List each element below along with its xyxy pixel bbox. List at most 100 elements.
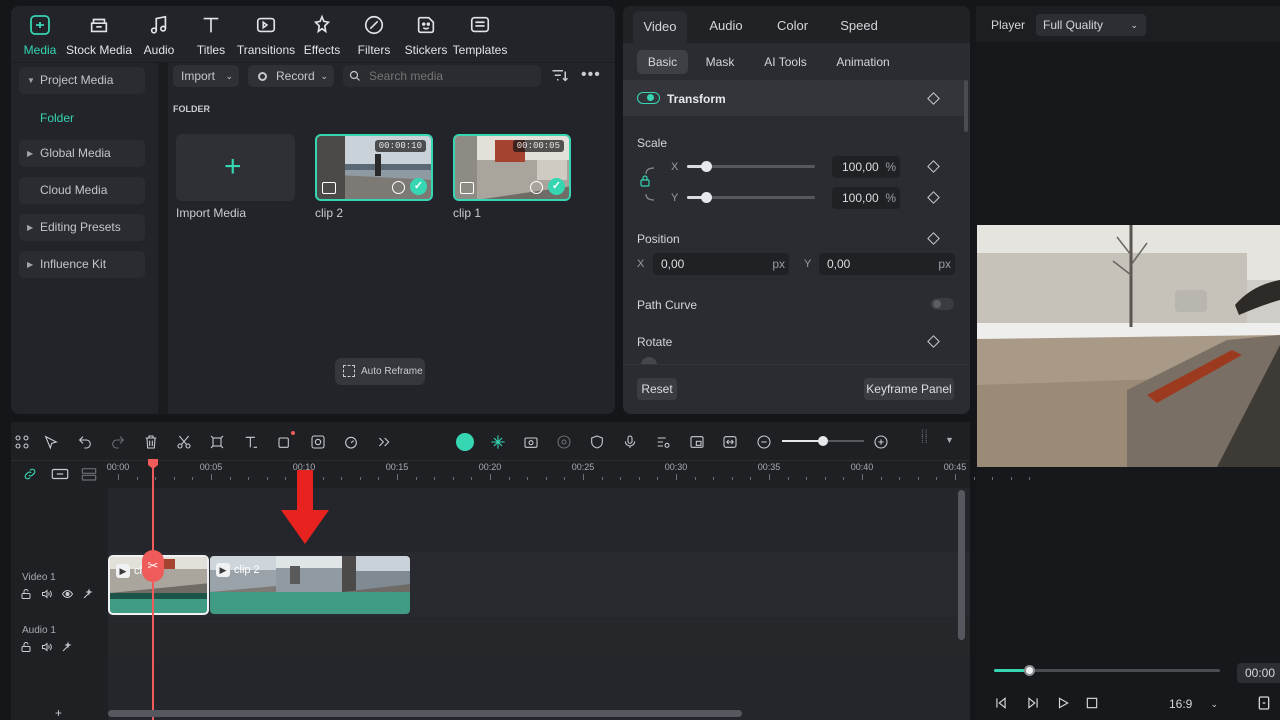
select-tool-icon[interactable]: [40, 431, 62, 453]
text-tool-icon[interactable]: [240, 431, 262, 453]
fit-timeline-icon[interactable]: [719, 431, 741, 453]
keyframe-panel-button[interactable]: Keyframe Panel: [864, 378, 954, 400]
player-progress-bar[interactable]: [994, 665, 1220, 676]
ruler-tick: [917, 477, 919, 480]
ai-tools-icon[interactable]: [307, 431, 329, 453]
zoom-knob[interactable]: [818, 436, 828, 446]
speaker-icon[interactable]: [40, 588, 53, 600]
scrollbar[interactable]: [964, 80, 968, 132]
caret-down-icon[interactable]: ▼: [945, 435, 954, 445]
scale-y-field[interactable]: 100,00%: [832, 187, 900, 209]
add-track-button[interactable]: +: [55, 706, 62, 720]
keyframe-diamond-icon[interactable]: [927, 335, 940, 348]
record-dropdown[interactable]: Record ⌄: [248, 65, 334, 87]
subtab-mask[interactable]: Mask: [700, 50, 740, 74]
tab-video[interactable]: Video: [633, 11, 687, 43]
add-track-icon[interactable]: [51, 467, 69, 481]
caret-down-icon: ▼: [27, 76, 35, 85]
slider-knob[interactable]: [701, 161, 713, 172]
shape-tool-icon[interactable]: [274, 431, 296, 453]
scale-x-slider[interactable]: [687, 161, 815, 172]
sidebar-item-cloud-media[interactable]: Cloud Media: [19, 177, 145, 204]
split-scissors-marker-icon[interactable]: ✂: [142, 550, 164, 582]
stop-icon[interactable]: [1085, 696, 1099, 710]
microphone-icon[interactable]: [619, 431, 641, 453]
subtab-animation[interactable]: Animation: [828, 50, 898, 74]
transform-toggle[interactable]: [637, 92, 660, 104]
crop-icon[interactable]: [206, 431, 228, 453]
magic-wand-icon[interactable]: [61, 641, 73, 653]
subtab-ai-tools[interactable]: AI Tools: [758, 50, 813, 74]
eye-icon[interactable]: [61, 588, 74, 600]
search-box[interactable]: [343, 65, 541, 87]
previous-frame-icon[interactable]: [994, 696, 1008, 710]
zoom-slider[interactable]: [782, 436, 864, 446]
audio-track-controls: [20, 641, 73, 653]
magic-wand-icon[interactable]: [82, 588, 94, 600]
redo-icon[interactable]: [107, 431, 129, 453]
sidebar-item-folder[interactable]: Folder: [40, 111, 74, 125]
delete-icon[interactable]: [140, 431, 162, 453]
horizontal-scrollbar[interactable]: [108, 710, 742, 717]
speed-icon[interactable]: [340, 431, 362, 453]
zoom-in-icon[interactable]: [870, 431, 892, 453]
grip-icon[interactable]: ⁞⁞ ⁞⁞: [921, 430, 929, 446]
subtab-basic[interactable]: Basic: [637, 50, 688, 74]
filter-sort-icon[interactable]: [551, 68, 569, 84]
slider-knob[interactable]: [701, 192, 713, 203]
split-scissors-icon[interactable]: [173, 431, 195, 453]
speaker-icon[interactable]: [40, 641, 53, 653]
picture-in-picture-icon[interactable]: [686, 431, 708, 453]
undo-icon[interactable]: [74, 431, 96, 453]
zoom-out-icon[interactable]: [753, 431, 775, 453]
clip-1-thumbnail[interactable]: 00:00:05 ✓: [453, 134, 571, 201]
ruler-tick: [434, 477, 436, 480]
tab-color[interactable]: Color: [765, 16, 820, 49]
scale-x-field[interactable]: 100,00%: [832, 156, 900, 178]
quality-dropdown[interactable]: Full Quality ⌄: [1036, 14, 1146, 36]
more-options-icon[interactable]: •••: [581, 66, 601, 84]
record-screen-icon[interactable]: [553, 431, 575, 453]
snapshot-icon[interactable]: [1257, 695, 1271, 711]
track-manager-icon[interactable]: [81, 467, 97, 481]
reset-button[interactable]: Reset: [637, 378, 677, 400]
tab-audio-props[interactable]: Audio: [698, 16, 754, 49]
lock-icon[interactable]: [20, 641, 32, 653]
ai-mate-icon[interactable]: [454, 431, 476, 453]
position-x-field[interactable]: 0,00 px: [653, 253, 789, 275]
import-media-card[interactable]: +: [176, 134, 295, 201]
link-clips-icon[interactable]: [23, 467, 37, 481]
play-icon[interactable]: [1056, 696, 1070, 710]
playhead-line[interactable]: [152, 461, 154, 720]
position-y-field[interactable]: 0,00 px: [819, 253, 955, 275]
keyframe-diamond-icon[interactable]: [927, 191, 940, 204]
sidebar-item-editing-presets[interactable]: ▶ Editing Presets: [19, 214, 145, 241]
auto-reframe-button[interactable]: Auto Reframe: [335, 358, 425, 385]
import-dropdown[interactable]: Import ⌄: [173, 65, 239, 87]
keyframe-diamond-icon[interactable]: [927, 160, 940, 173]
sidebar-item-global-media[interactable]: ▶ Global Media: [19, 140, 145, 167]
keyframe-diamond-icon[interactable]: [927, 232, 940, 245]
sidebar-item-project-media[interactable]: ▼ Project Media: [19, 67, 145, 94]
more-tools-icon[interactable]: [373, 431, 395, 453]
tab-templates[interactable]: Templates: [445, 12, 515, 62]
snap-icon[interactable]: [487, 431, 509, 453]
tab-speed[interactable]: Speed: [831, 16, 887, 49]
shield-icon[interactable]: [586, 431, 608, 453]
video-preview[interactable]: [977, 225, 1280, 467]
scale-y-slider[interactable]: [687, 192, 815, 203]
timeline-clip-2[interactable]: ▶ clip 2: [210, 556, 410, 614]
lock-icon[interactable]: [20, 588, 32, 600]
layout-grid-icon[interactable]: [11, 431, 33, 453]
sidebar-item-influence-kit[interactable]: ▶ Influence Kit: [19, 251, 145, 278]
camera-icon[interactable]: [520, 431, 542, 453]
next-frame-icon[interactable]: [1026, 696, 1040, 710]
audio-mix-icon[interactable]: [652, 431, 674, 453]
clip-2-thumbnail[interactable]: 00:00:10 ✓: [315, 134, 433, 201]
progress-knob[interactable]: [1024, 665, 1036, 676]
vertical-scrollbar[interactable]: [958, 490, 965, 640]
aspect-ratio-dropdown[interactable]: 16:9 ⌄: [1162, 694, 1226, 714]
link-icon[interactable]: [640, 166, 660, 202]
search-input[interactable]: [369, 67, 529, 85]
path-curve-toggle[interactable]: [931, 298, 954, 310]
